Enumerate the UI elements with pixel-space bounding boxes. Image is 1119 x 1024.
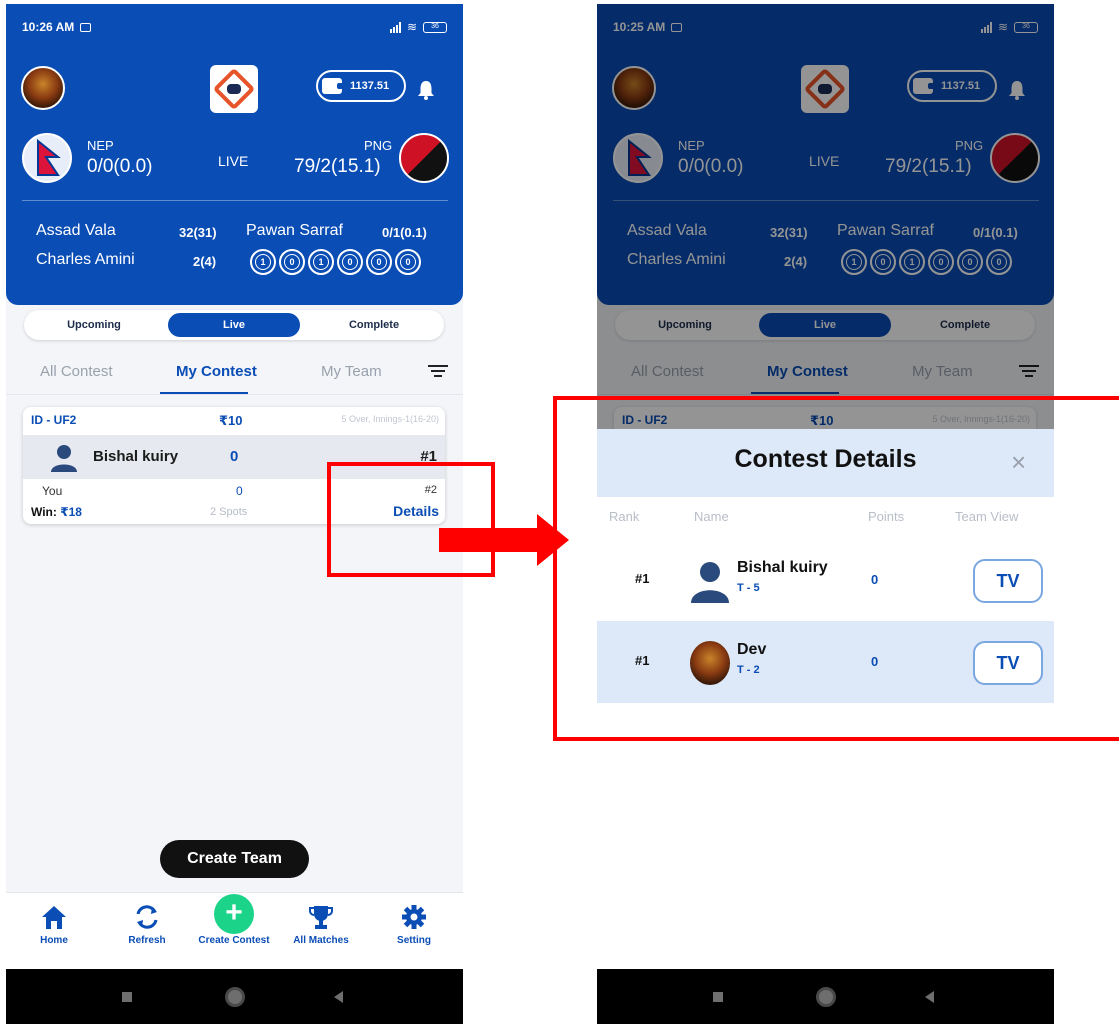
nav-create-contest[interactable]: + Create Contest xyxy=(189,894,279,946)
ball-6: 0 xyxy=(395,249,421,275)
signal-icon xyxy=(389,21,401,33)
tab-all-contest[interactable]: All Contest xyxy=(40,363,113,380)
status-bar: 10:26 AM ≋ 36 xyxy=(6,4,463,50)
home-circle-icon[interactable] xyxy=(816,987,836,1007)
you-points: 0 xyxy=(236,484,243,498)
create-team-button[interactable]: Create Team xyxy=(160,840,309,878)
nav-setting[interactable]: Setting xyxy=(369,901,459,946)
trophy-icon xyxy=(309,906,333,929)
gear-icon xyxy=(402,905,426,929)
nav-home[interactable]: Home xyxy=(9,901,99,946)
batsman-1-stat: 32(31) xyxy=(179,225,217,240)
match-status-segment: Upcoming Live Complete xyxy=(24,310,444,340)
home-circle-icon[interactable] xyxy=(225,987,245,1007)
nav-refresh[interactable]: Refresh xyxy=(102,901,192,946)
bowler-name: Pawan Sarraf xyxy=(246,222,343,239)
recents-icon[interactable] xyxy=(713,992,723,1002)
recent-balls: 1 0 1 0 0 0 xyxy=(250,249,421,275)
team2-score: 79/2(15.1) xyxy=(294,156,381,177)
battery-icon: 36 xyxy=(423,21,447,33)
user-avatar-icon xyxy=(51,445,77,472)
leader-points: 0 xyxy=(230,448,239,465)
highlight-details-box xyxy=(327,462,495,577)
tab-my-team[interactable]: My Team xyxy=(321,363,382,380)
contest-tabs: All Contest My Contest My Team xyxy=(6,349,463,395)
match-status: LIVE xyxy=(218,153,249,169)
ball-2: 0 xyxy=(279,249,305,275)
win-prize: Win: ₹18 xyxy=(31,505,82,519)
active-tab-indicator xyxy=(160,392,248,394)
bowler-stat: 0/1(0.1) xyxy=(382,225,427,240)
batsman-2-stat: 2(4) xyxy=(193,254,217,269)
wallet-button[interactable]: 1137.51 xyxy=(316,70,406,102)
spots-count: 2 Spots xyxy=(210,506,248,518)
back-icon[interactable] xyxy=(334,991,343,1003)
team1-code: NEP xyxy=(87,138,114,153)
status-time: 10:26 AM xyxy=(22,20,75,34)
team2-code: PNG xyxy=(364,138,393,153)
wallet-balance: 1137.51 xyxy=(350,80,390,92)
app-logo xyxy=(210,65,258,113)
system-navigation-bar xyxy=(597,969,1054,1024)
tab-my-contest[interactable]: My Contest xyxy=(176,363,257,380)
nepal-flag xyxy=(22,133,72,183)
header-divider xyxy=(22,200,448,201)
home-icon xyxy=(42,906,66,929)
bottom-navigation: Home Refresh + Create Contest All Matche… xyxy=(6,892,463,969)
wifi-icon: ≋ xyxy=(406,20,417,34)
system-navigation-bar xyxy=(6,969,463,1024)
segment-upcoming[interactable]: Upcoming xyxy=(28,313,160,337)
ball-1: 1 xyxy=(250,249,276,275)
highlight-modal-box xyxy=(553,396,1119,741)
segment-complete[interactable]: Complete xyxy=(308,313,440,337)
arrow-shaft xyxy=(439,528,539,552)
batsman-2-name: Charles Amini xyxy=(36,251,135,268)
team1-score: 0/0(0.0) xyxy=(87,156,153,177)
nav-all-matches[interactable]: All Matches xyxy=(276,901,366,946)
contest-info: 5 Over, Innings-1(16-20) xyxy=(341,414,439,424)
leader-name: Bishal kuiry xyxy=(93,448,179,465)
you-label: You xyxy=(42,484,63,498)
match-header: 1137.51 NEP 0/0(0.0) LIVE PNG 79/2(15.1)… xyxy=(6,50,463,305)
ball-4: 0 xyxy=(337,249,363,275)
screen-icon xyxy=(80,22,92,32)
profile-avatar[interactable] xyxy=(21,66,65,110)
recents-icon[interactable] xyxy=(122,992,132,1002)
ball-3: 1 xyxy=(308,249,334,275)
contest-id: ID - UF2 xyxy=(31,413,77,427)
back-icon[interactable] xyxy=(925,991,934,1003)
wallet-icon xyxy=(322,78,344,94)
refresh-icon xyxy=(136,905,158,929)
entry-fee: ₹10 xyxy=(219,413,243,428)
batsman-1-name: Assad Vala xyxy=(36,222,116,239)
ball-5: 0 xyxy=(366,249,392,275)
plus-icon: + xyxy=(214,894,254,934)
bell-icon[interactable] xyxy=(417,80,435,100)
png-flag xyxy=(399,133,449,183)
segment-live[interactable]: Live xyxy=(168,313,300,337)
filter-icon[interactable] xyxy=(428,364,448,378)
